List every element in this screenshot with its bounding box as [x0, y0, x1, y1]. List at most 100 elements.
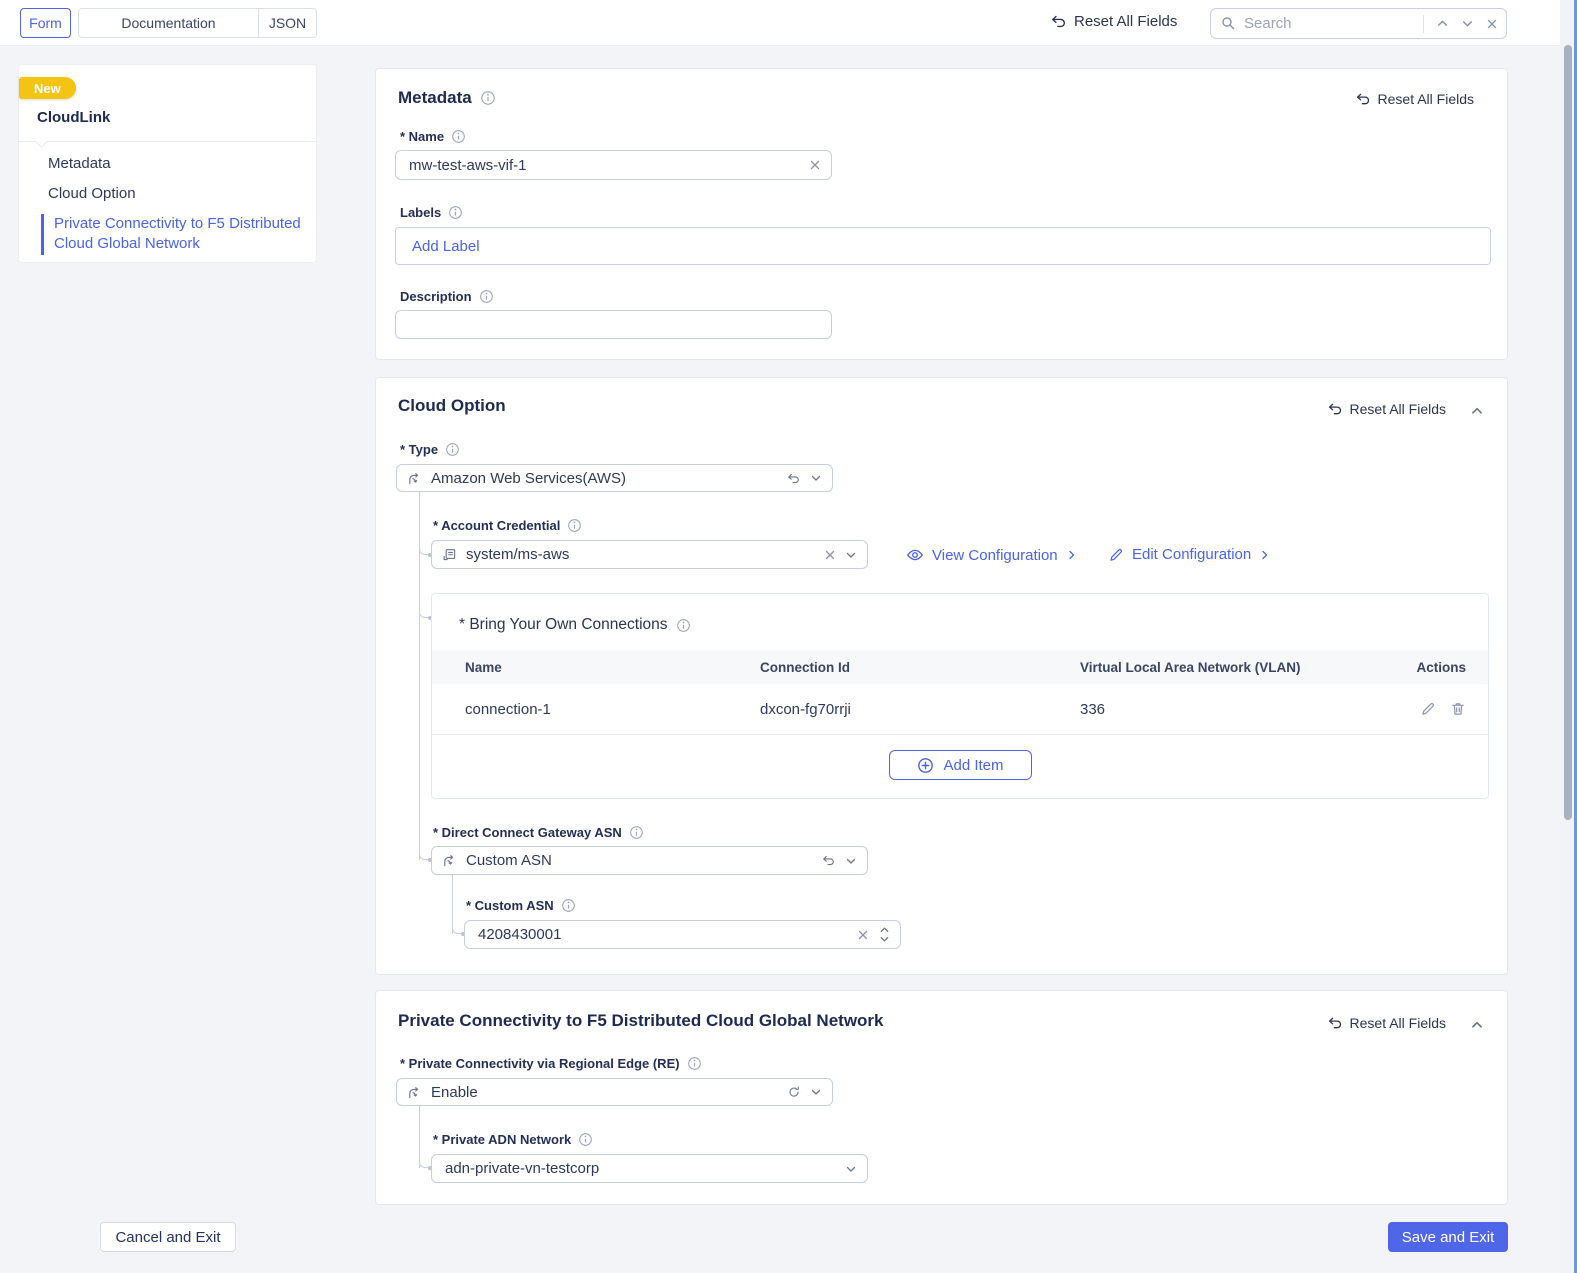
description-field[interactable]: [395, 310, 832, 339]
object-type-title: CloudLink: [37, 109, 111, 126]
metadata-card-title: Metadata: [398, 88, 496, 108]
chevron-right-icon: [1259, 549, 1271, 561]
undo-icon[interactable]: [821, 853, 836, 868]
cloud-option-card: Cloud Option Reset All Fields * Type Ama…: [375, 377, 1508, 975]
labels-label: Labels: [400, 205, 463, 220]
reference-icon: [442, 547, 457, 562]
search-placeholder: Search: [1244, 15, 1292, 32]
metadata-card: Metadata Reset All Fields * Name mw-test…: [375, 68, 1508, 360]
description-label: Description: [400, 289, 494, 304]
info-icon[interactable]: [480, 90, 496, 106]
tree-connector: [419, 608, 432, 620]
account-credential-label: * Account Credential: [433, 518, 582, 533]
custom-asn-label: * Custom ASN: [466, 898, 576, 913]
info-icon[interactable]: [567, 518, 582, 533]
undo-icon: [1355, 91, 1371, 107]
refresh-icon[interactable]: [787, 1085, 801, 1099]
sidebar-item-private-connectivity[interactable]: Private Connectivity to F5 Distributed C…: [41, 214, 303, 255]
dcg-asn-select[interactable]: Custom ASN: [431, 846, 868, 875]
add-label-button[interactable]: Add Label: [412, 238, 480, 255]
info-icon[interactable]: [561, 898, 576, 913]
clear-icon[interactable]: [824, 549, 836, 561]
clear-icon[interactable]: [857, 929, 869, 941]
number-stepper[interactable]: [879, 926, 890, 943]
account-credential-select[interactable]: system/ms-aws: [431, 540, 868, 569]
info-icon[interactable]: [578, 1132, 593, 1147]
byoc-title: * Bring Your Own Connections: [459, 616, 691, 634]
pencil-icon: [1108, 547, 1124, 563]
chevron-right-icon: [1066, 549, 1078, 561]
collapse-section-button[interactable]: [1470, 1018, 1484, 1032]
table-row: connection-1 dxcon-fg70rrji 336: [432, 684, 1488, 735]
sidebar-item-metadata[interactable]: Metadata: [48, 155, 111, 172]
search-prev-button[interactable]: [1436, 17, 1449, 30]
oneof-branch-icon: [442, 853, 457, 868]
collapse-section-button[interactable]: [1470, 404, 1484, 418]
tab-documentation[interactable]: Documentation: [79, 9, 259, 37]
custom-asn-field[interactable]: 4208430001: [464, 920, 901, 949]
reset-all-fields-button[interactable]: Reset All Fields: [1050, 13, 1177, 30]
plus-circle-icon: [917, 757, 934, 774]
type-select[interactable]: Amazon Web Services(AWS): [396, 464, 833, 492]
divider-notch: [35, 135, 48, 148]
clear-icon[interactable]: [809, 159, 821, 171]
search-close-button[interactable]: [1486, 18, 1498, 30]
table-header: Name Connection Id Virtual Local Area Ne…: [432, 650, 1488, 684]
sidebar-item-cloud-option[interactable]: Cloud Option: [48, 185, 136, 202]
cancel-and-exit-button[interactable]: Cancel and Exit: [100, 1222, 236, 1252]
info-icon[interactable]: [448, 205, 463, 220]
oneof-branch-icon: [407, 1085, 422, 1100]
eye-icon: [906, 546, 924, 564]
tab-json[interactable]: JSON: [259, 9, 316, 37]
search-input[interactable]: Search: [1210, 8, 1507, 39]
view-configuration-link[interactable]: View Configuration: [906, 546, 1078, 564]
tree-connector: [419, 1158, 432, 1170]
info-icon[interactable]: [479, 289, 494, 304]
regional-edge-select[interactable]: Enable: [396, 1078, 833, 1106]
delete-row-icon[interactable]: [1450, 701, 1466, 717]
private-adn-network-label: * Private ADN Network: [433, 1132, 593, 1147]
edit-configuration-link[interactable]: Edit Configuration: [1108, 546, 1271, 563]
form-navigator: New CloudLink Metadata Cloud Option Priv…: [18, 64, 317, 263]
tree-connector: [419, 545, 432, 557]
undo-icon: [1050, 13, 1067, 30]
top-toolbar: Form Documentation JSON Reset All Fields…: [0, 0, 1577, 46]
type-label: * Type: [400, 442, 460, 457]
regional-edge-label: * Private Connectivity via Regional Edge…: [400, 1056, 702, 1071]
name-label: * Name: [400, 129, 466, 144]
undo-icon: [1327, 1015, 1343, 1031]
tab-group: Documentation JSON: [78, 8, 317, 38]
labels-field[interactable]: Add Label: [395, 227, 1491, 265]
chevron-down-icon[interactable]: [810, 1086, 822, 1098]
info-icon[interactable]: [451, 129, 466, 144]
save-and-exit-button[interactable]: Save and Exit: [1388, 1222, 1508, 1252]
chevron-down-icon[interactable]: [845, 855, 857, 867]
tab-form[interactable]: Form: [20, 8, 71, 38]
scrollbar-thumb[interactable]: [1564, 45, 1572, 820]
name-field[interactable]: mw-test-aws-vif-1: [395, 150, 832, 180]
chevron-down-icon[interactable]: [845, 1163, 857, 1175]
chevron-down-icon[interactable]: [810, 472, 822, 484]
info-icon[interactable]: [445, 442, 460, 457]
new-badge: New: [19, 77, 76, 99]
info-icon[interactable]: [676, 618, 691, 633]
cloud-option-card-title: Cloud Option: [398, 396, 506, 415]
info-icon[interactable]: [629, 825, 644, 840]
search-next-button[interactable]: [1461, 17, 1474, 30]
info-icon[interactable]: [687, 1056, 702, 1071]
search-icon: [1221, 16, 1236, 31]
private-connectivity-reset-fields-button[interactable]: Reset All Fields: [1327, 1015, 1446, 1031]
edit-row-icon[interactable]: [1420, 701, 1436, 717]
tree-connector: [419, 850, 432, 862]
metadata-reset-fields-button[interactable]: Reset All Fields: [1355, 91, 1474, 107]
add-item-button[interactable]: Add Item: [889, 750, 1032, 780]
cloud-option-reset-fields-button[interactable]: Reset All Fields: [1327, 401, 1446, 417]
undo-icon: [1327, 401, 1343, 417]
dcg-asn-label: * Direct Connect Gateway ASN: [433, 825, 644, 840]
private-connectivity-card-title: Private Connectivity to F5 Distributed C…: [398, 1011, 884, 1030]
undo-icon[interactable]: [786, 471, 801, 486]
private-adn-network-select[interactable]: adn-private-vn-testcorp: [431, 1154, 868, 1183]
private-connectivity-card: Private Connectivity to F5 Distributed C…: [375, 990, 1508, 1205]
tree-connector: [452, 924, 465, 936]
chevron-down-icon[interactable]: [845, 549, 857, 561]
